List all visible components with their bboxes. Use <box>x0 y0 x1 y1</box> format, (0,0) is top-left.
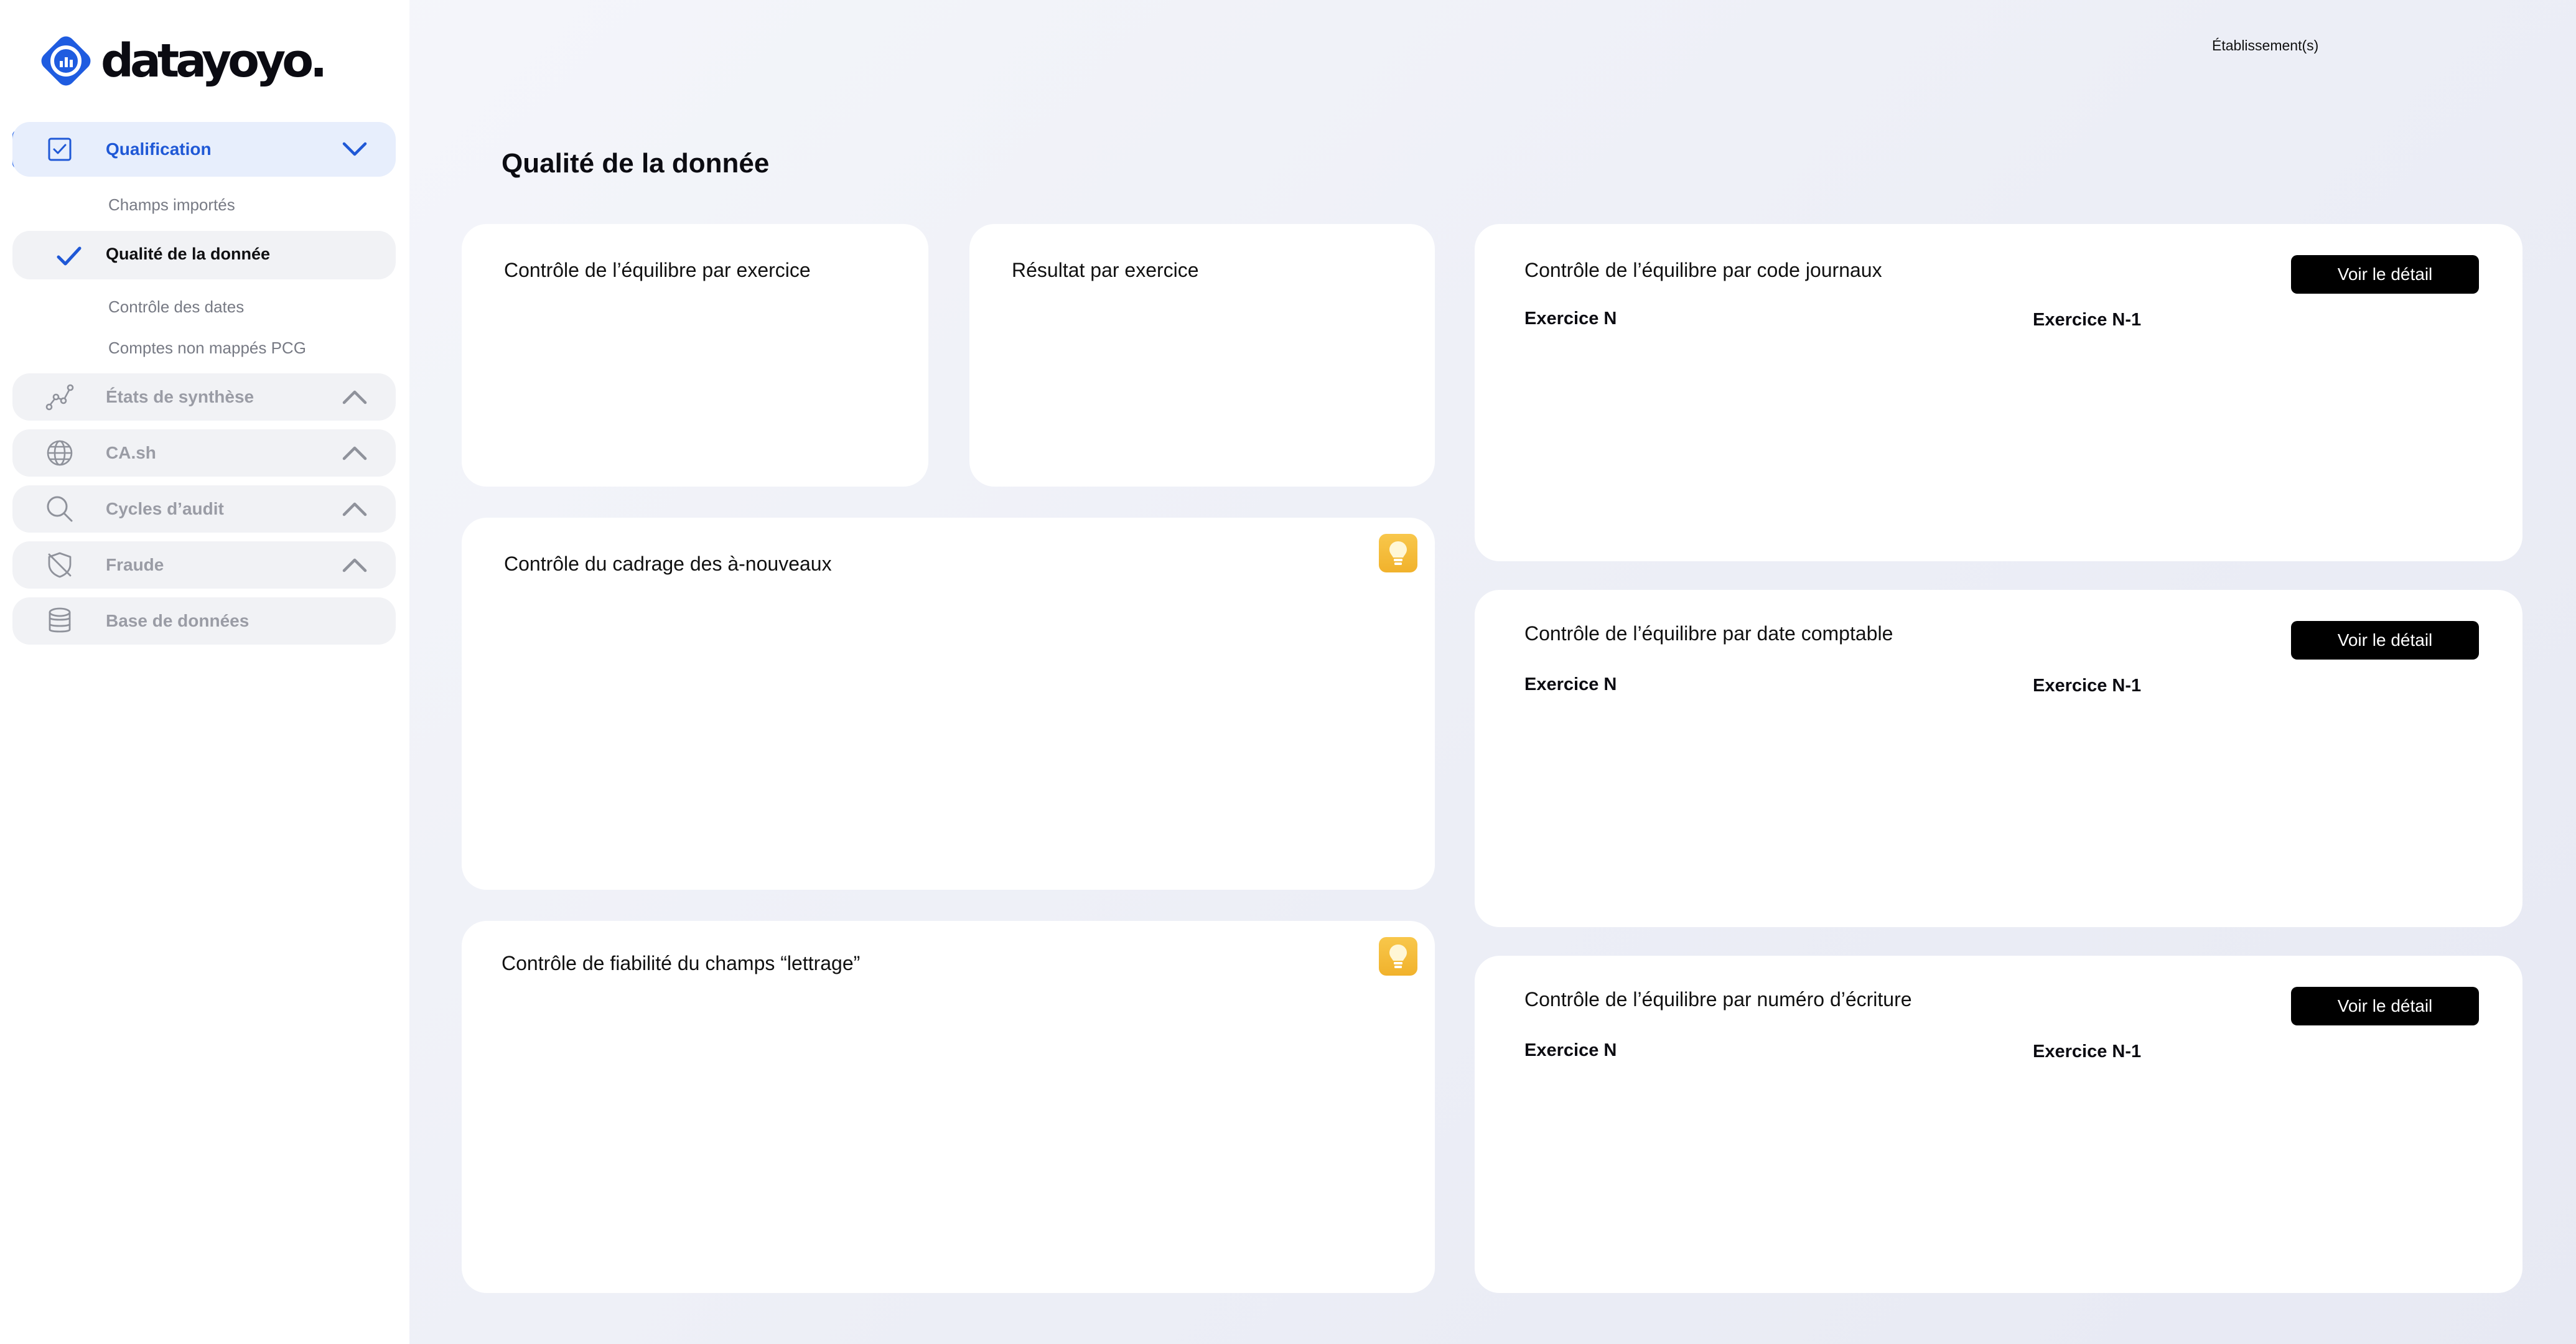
column-exercice-n: Exercice N <box>1524 309 1617 329</box>
nav-item-base-donnees[interactable]: Base de données <box>12 597 396 645</box>
column-exercice-n: Exercice N <box>1524 1040 1617 1060</box>
column-exercice-n-1: Exercice N-1 <box>2033 1042 2142 1062</box>
subnav-champs-importes[interactable]: Champs importés <box>108 195 235 215</box>
card-title: Contrôle du cadrage des à-nouveaux <box>504 553 832 575</box>
nav-label-fraude: Fraude <box>106 555 164 574</box>
page-title: Qualité de la donnée <box>502 148 770 179</box>
card-title: Contrôle de l’équilibre par date comptab… <box>1524 622 1893 645</box>
card-resultat-exercice: Résultat par exercice <box>969 224 1435 487</box>
card-numero-ecriture: Contrôle de l’équilibre par numéro d’écr… <box>1475 956 2522 1293</box>
sidebar: datayoyo. Qualification Champs importés … <box>0 0 409 1344</box>
nav-label-cycles-audit: Cycles d’audit <box>106 499 224 518</box>
line-chart-icon <box>45 382 75 412</box>
column-exercice-n-1: Exercice N-1 <box>2033 310 2142 330</box>
column-exercice-n-1: Exercice N-1 <box>2033 676 2142 696</box>
check-icon <box>57 246 82 266</box>
establishments-selector[interactable]: Établissement(s) <box>2212 37 2318 54</box>
nav-label-base-donnees: Base de données <box>106 611 250 630</box>
nav-item-cycles-audit[interactable]: Cycles d’audit <box>12 485 396 533</box>
chevron-up-icon[interactable] <box>341 495 368 523</box>
subnav-qualite-donnee[interactable]: Qualité de la donnée <box>12 231 396 279</box>
card-title: Contrôle de l’équilibre par exercice <box>504 259 811 281</box>
nav-label-etats-synthese: États de synthèse <box>106 387 254 406</box>
lightbulb-icon[interactable] <box>1379 534 1417 572</box>
card-title: Contrôle de l’équilibre par numéro d’écr… <box>1524 988 1912 1010</box>
chevron-down-icon[interactable] <box>341 136 368 163</box>
card-date-comptable: Contrôle de l’équilibre par date comptab… <box>1475 590 2522 927</box>
datayoyo-logo[interactable]: datayoyo. <box>35 29 327 93</box>
subnav-comptes-non-mappes[interactable]: Comptes non mappés PCG <box>108 338 306 358</box>
checkbox-icon <box>45 134 75 164</box>
nav-item-ca-sh[interactable]: CA.sh <box>12 429 396 477</box>
database-icon <box>45 606 75 636</box>
card-cadrage-a-nouveaux: Contrôle du cadrage des à-nouveaux <box>462 518 1435 890</box>
nav-item-qualification[interactable]: Qualification <box>12 122 396 177</box>
chevron-up-icon[interactable] <box>341 439 368 467</box>
card-title: Contrôle de l’équilibre par code journau… <box>1524 259 1882 281</box>
nav-item-fraude[interactable]: Fraude <box>12 541 396 589</box>
globe-icon <box>45 438 75 468</box>
chevron-up-icon[interactable] <box>341 383 368 411</box>
subnav-controle-dates[interactable]: Contrôle des dates <box>108 297 244 317</box>
voir-detail-button[interactable]: Voir le détail <box>2291 255 2479 294</box>
nav-label-ca-sh: CA.sh <box>106 443 156 462</box>
subnav-label-current: Qualité de la donnée <box>106 245 271 263</box>
column-exercice-n: Exercice N <box>1524 674 1617 694</box>
logo-icon <box>41 36 91 86</box>
card-fiabilite-lettrage: Contrôle de fiabilité du champs “lettrag… <box>462 921 1435 1293</box>
nav-label-qualification: Qualification <box>106 139 212 159</box>
voir-detail-button[interactable]: Voir le détail <box>2291 621 2479 660</box>
brand-name: datayoyo. <box>101 34 327 88</box>
chevron-up-icon[interactable] <box>341 551 368 579</box>
nav-item-etats-synthese[interactable]: États de synthèse <box>12 373 396 421</box>
card-equilibre-exercice: Contrôle de l’équilibre par exercice <box>462 224 928 487</box>
voir-detail-button[interactable]: Voir le détail <box>2291 987 2479 1025</box>
card-title: Contrôle de fiabilité du champs “lettrag… <box>502 952 861 974</box>
lightbulb-icon[interactable] <box>1379 937 1417 976</box>
card-code-journaux: Contrôle de l’équilibre par code journau… <box>1475 224 2522 561</box>
shield-off-icon <box>45 550 75 580</box>
search-icon <box>45 494 75 524</box>
card-title: Résultat par exercice <box>1012 259 1199 281</box>
